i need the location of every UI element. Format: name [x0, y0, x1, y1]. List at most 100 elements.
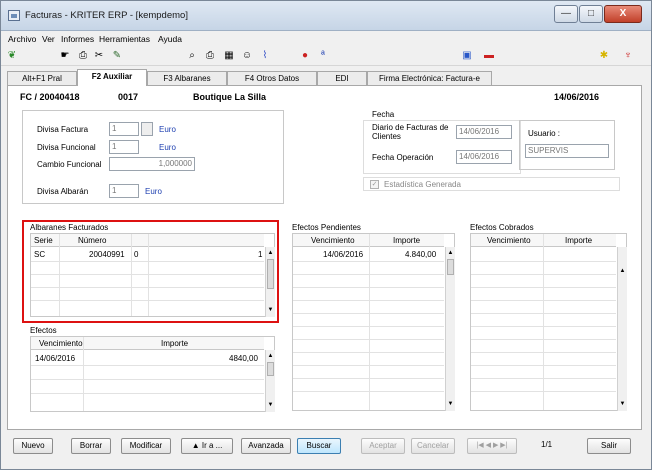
ir-a-button[interactable]: ▲ Ir a ...: [181, 438, 233, 454]
tab-albaranes[interactable]: F3 Albaranes: [147, 71, 227, 85]
salir-button[interactable]: Salir: [587, 438, 631, 454]
close-button[interactable]: X: [604, 5, 642, 23]
flag-icon[interactable]: ▬: [483, 50, 495, 62]
efectos-title: Efectos: [30, 326, 57, 335]
scroll-down-icon[interactable]: ▼: [266, 401, 275, 410]
title-bar: Facturas - KRITER ERP - [kempdemo] — □ X: [1, 1, 651, 31]
usuario-input[interactable]: SUPERVIS: [525, 144, 609, 158]
doc-number: FC / 20040418: [20, 92, 80, 102]
cancelar-button[interactable]: Cancelar: [411, 438, 455, 454]
menu-ver[interactable]: Ver: [42, 34, 55, 44]
scroll-down-icon[interactable]: ▼: [618, 400, 627, 409]
divisa-funcional-input[interactable]: 1: [109, 140, 139, 154]
diario-facturas-input[interactable]: 14/06/2016: [456, 125, 512, 139]
pendientes-scrollbar[interactable]: ▲ ▼: [445, 247, 455, 411]
tab-content: FC / 20040418 0017 Boutique La Silla 14/…: [7, 85, 642, 430]
buscar-button[interactable]: Buscar: [297, 438, 341, 454]
attach-icon[interactable]: ⌇: [259, 50, 271, 62]
pendientes-title: Efectos Pendientes: [292, 223, 361, 232]
cambio-funcional-input[interactable]: 1,000000: [109, 157, 195, 171]
printer-icon[interactable]: ⎙: [204, 50, 216, 62]
efecto-vencimiento: 14/06/2016: [35, 354, 76, 363]
borrar-button[interactable]: Borrar: [71, 438, 111, 454]
app-window: Facturas - KRITER ERP - [kempdemo] — □ X…: [0, 0, 652, 470]
scroll-up-icon[interactable]: ▲: [618, 267, 627, 276]
maximize-button[interactable]: □: [579, 5, 603, 23]
usuario-group: Usuario : SUPERVIS: [519, 120, 615, 170]
fecha-operacion-label: Fecha Operación: [372, 153, 434, 162]
divisa-factura-name: Euro: [159, 125, 176, 134]
currency-group: Divisa Factura 1 Euro Divisa Funcional 1…: [22, 110, 284, 204]
toolbar: ❦ ☛ ⎙ ✂ ✎ ⌕ ⎙ ▦ ☺ ⌇ ● ª ▣ ▬ ✱ ♆: [1, 47, 651, 66]
client-name: Boutique La Silla: [193, 92, 267, 102]
menu-bar: Archivo Ver Informes Herramientas Ayuda: [1, 32, 651, 46]
doc-date: 14/06/2016: [554, 92, 600, 102]
scroll-up-icon[interactable]: ▲: [446, 249, 455, 258]
fecha-group-label: Fecha: [372, 110, 395, 119]
avanzada-button[interactable]: Avanzada: [241, 438, 291, 454]
modificar-button[interactable]: Modificar: [121, 438, 171, 454]
pendientes-grid: Vencimiento Importe 14/06/2016 4.840,00 …: [292, 233, 455, 411]
fecha-operacion-input[interactable]: 14/06/2016: [456, 150, 512, 164]
estadistica-group: ✓ Estadística Generada: [363, 177, 620, 191]
tab-firma-electronica[interactable]: Firma Electrónica: Factura-e: [367, 71, 492, 85]
menu-archivo[interactable]: Archivo: [8, 34, 36, 44]
menu-ayuda[interactable]: Ayuda: [158, 34, 182, 44]
app-icon: [8, 10, 20, 21]
highlight-box: [22, 220, 279, 323]
pendiente-vencimiento: 14/06/2016: [323, 250, 364, 259]
col-importe: Importe: [393, 236, 421, 245]
calculator-icon[interactable]: ▦: [223, 50, 235, 62]
col-vencimiento: Vencimiento: [39, 339, 83, 348]
tab-auxiliar[interactable]: F2 Auxiliar: [77, 69, 147, 86]
record-icon[interactable]: ●: [299, 50, 311, 62]
aceptar-button[interactable]: Aceptar: [361, 438, 405, 454]
tab-principal[interactable]: Alt+F1 Pral: [7, 71, 77, 85]
efectos-scrollbar[interactable]: ▲ ▼: [265, 350, 275, 412]
grid-icon[interactable]: ▣: [461, 50, 473, 62]
estadistica-checkbox[interactable]: ✓: [370, 180, 379, 189]
menu-informes[interactable]: Informes: [61, 34, 94, 44]
efecto-importe: 4840,00: [229, 354, 258, 363]
divisa-albaran-label: Divisa Albarán: [37, 187, 89, 196]
hand-icon[interactable]: ☛: [59, 50, 71, 62]
spell-icon[interactable]: ª: [317, 50, 329, 62]
divisa-albaran-name: Euro: [145, 187, 162, 196]
lightbulb-icon[interactable]: ✱: [598, 50, 610, 62]
nuevo-button[interactable]: Nuevo: [13, 438, 53, 454]
cobrados-title: Efectos Cobrados: [470, 223, 534, 232]
divisa-factura-input[interactable]: 1: [109, 122, 139, 136]
record-navigation-buttons[interactable]: |◀ ◀ ▶ ▶|: [467, 438, 517, 454]
divisa-funcional-name: Euro: [159, 143, 176, 152]
col-importe: Importe: [565, 236, 593, 245]
scroll-up-icon[interactable]: ▲: [266, 352, 275, 361]
menu-herramientas[interactable]: Herramientas: [99, 34, 150, 44]
preview-icon[interactable]: ⌕: [186, 50, 198, 62]
exit-icon[interactable]: ♆: [622, 50, 634, 62]
print-icon[interactable]: ⎙: [77, 50, 89, 62]
divisa-factura-label: Divisa Factura: [37, 125, 89, 134]
divisa-funcional-label: Divisa Funcional: [37, 143, 96, 152]
cambio-funcional-label: Cambio Funcional: [37, 160, 102, 169]
efectos-header: Vencimiento Importe: [31, 337, 264, 350]
tab-otros-datos[interactable]: F4 Otros Datos: [227, 71, 317, 85]
scroll-down-icon[interactable]: ▼: [446, 400, 455, 409]
diario-facturas-label: Diario de Facturas de Clientes: [372, 123, 449, 141]
window-title: Facturas - KRITER ERP - [kempdemo]: [25, 10, 188, 21]
help-icon[interactable]: ☺: [241, 50, 253, 62]
divisa-albaran-input[interactable]: 1: [109, 184, 139, 198]
record-pager: 1/1: [541, 440, 553, 449]
col-importe: Importe: [161, 339, 189, 348]
leaf-icon[interactable]: ❦: [6, 50, 18, 62]
cobrados-grid: Vencimiento Importe ▲ ▼: [470, 233, 627, 411]
fecha-group: Diario de Facturas de Clientes 14/06/201…: [363, 120, 521, 174]
cobrados-scrollbar[interactable]: ▲ ▼: [617, 247, 627, 411]
efectos-grid: Vencimiento Importe 14/06/2016 4840,00 ▲…: [30, 336, 275, 412]
tab-edi[interactable]: EDI: [317, 71, 367, 85]
col-vencimiento: Vencimiento: [311, 236, 355, 245]
scissors-icon[interactable]: ✂: [93, 50, 105, 62]
minimize-button[interactable]: —: [554, 5, 578, 23]
divisa-factura-lookup-button[interactable]: [141, 122, 153, 136]
paste-icon[interactable]: ✎: [111, 50, 123, 62]
estadistica-label: Estadística Generada: [384, 180, 461, 189]
